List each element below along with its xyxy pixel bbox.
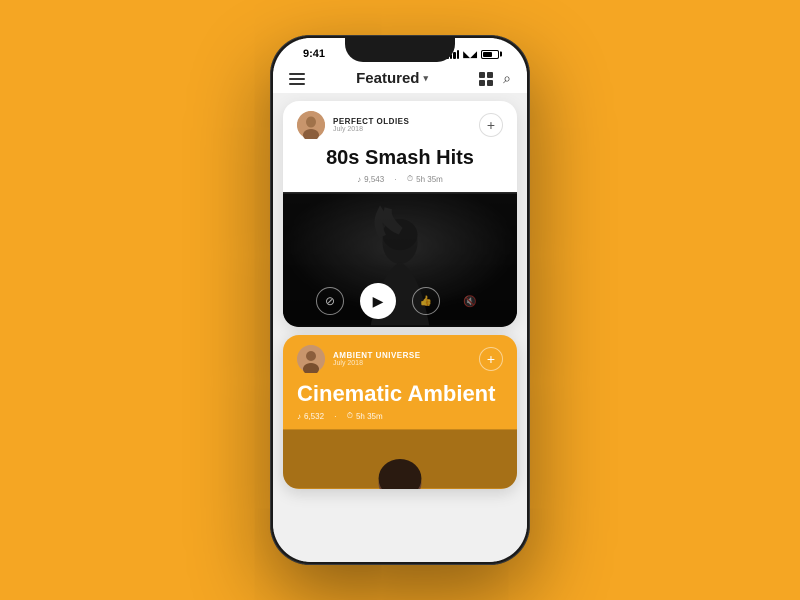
card-2-date: July 2018 — [333, 360, 421, 367]
nav-title[interactable]: Featured ▾ — [356, 70, 428, 87]
card-2-likes-count: 6,532 — [304, 412, 324, 421]
card-2-user: AMBIENT UNIVERSE July 2018 — [297, 345, 421, 373]
grid-cell — [479, 72, 485, 78]
thumbs-up-icon: 👍 — [420, 296, 432, 307]
card-2-header: AMBIENT UNIVERSE July 2018 + — [283, 335, 517, 379]
like-icon: ♪ — [357, 175, 361, 184]
avatar-ambient-universe — [297, 345, 325, 373]
phone-frame: 9:41 ◣◢ Feature — [270, 35, 530, 565]
scroll-content: PERFECT OLDIES July 2018 + 80s Smash Hit… — [273, 93, 527, 562]
card-80s-smash-hits: PERFECT OLDIES July 2018 + 80s Smash Hit… — [283, 101, 517, 327]
nav-title-text: Featured — [356, 70, 419, 87]
wifi-icon: ◣◢ — [463, 49, 477, 60]
card-1-likes-count: 9,543 — [364, 175, 384, 184]
menu-button[interactable] — [289, 73, 305, 85]
grid-cell — [487, 80, 493, 86]
status-time: 9:41 — [293, 48, 325, 60]
mute-button[interactable]: 🔇 — [456, 287, 484, 315]
grid-view-button[interactable] — [479, 72, 493, 86]
block-button[interactable]: ⊘ — [316, 287, 344, 315]
card-2-add-button[interactable]: + — [479, 347, 503, 371]
mute-icon: 🔇 — [463, 295, 477, 308]
like-icon-2: ♪ — [297, 412, 301, 421]
chevron-down-icon: ▾ — [423, 73, 428, 84]
card-1-video[interactable]: ⊘ ▶ 👍 🔇 — [283, 192, 517, 327]
card-1-title: 80s Smash Hits — [283, 145, 517, 174]
search-button[interactable]: ⌕ — [503, 70, 511, 87]
card-1-meta: ♪ 9,543 · ⏱ 5h 35m — [283, 174, 517, 192]
avatar-perfect-oldies — [297, 111, 325, 139]
card-2-duration-text: 5h 35m — [356, 412, 383, 421]
grid-cell — [479, 80, 485, 86]
video-controls: ⊘ ▶ 👍 🔇 — [283, 283, 517, 319]
phone-screen: 9:41 ◣◢ Feature — [273, 38, 527, 562]
card-1-header: PERFECT OLDIES July 2018 + — [283, 101, 517, 145]
clock-icon-2: ⏱ — [347, 411, 353, 421]
hamburger-line-3 — [289, 83, 305, 85]
card-2-meta: ♪ 6,532 · ⏱ 5h 35m — [283, 411, 517, 429]
card-1-user: PERFECT OLDIES July 2018 — [297, 111, 409, 139]
card-cinematic-ambient: AMBIENT UNIVERSE July 2018 + Cinematic A… — [283, 335, 517, 489]
battery-icon — [481, 50, 499, 59]
card-2-likes: ♪ 6,532 — [297, 412, 324, 421]
card-1-add-button[interactable]: + — [479, 113, 503, 137]
card-1-date: July 2018 — [333, 126, 409, 133]
card-2-user-info: AMBIENT UNIVERSE July 2018 — [333, 351, 421, 367]
like-button[interactable]: 👍 — [412, 287, 440, 315]
hamburger-line-2 — [289, 78, 305, 80]
nav-bar: Featured ▾ ⌕ — [273, 64, 527, 93]
nav-right: ⌕ — [479, 70, 511, 87]
card-2-video-content — [283, 429, 517, 489]
card-1-duration: ⏱ 5h 35m — [407, 174, 443, 184]
status-icons: ◣◢ — [446, 49, 507, 60]
card-2-duration: ⏱ 5h 35m — [347, 411, 383, 421]
card-1-duration-text: 5h 35m — [416, 175, 443, 184]
card-2-video[interactable] — [283, 429, 517, 489]
play-button[interactable]: ▶ — [360, 283, 396, 319]
card-2-username: AMBIENT UNIVERSE — [333, 351, 421, 360]
card-1-username: PERFECT OLDIES — [333, 117, 409, 126]
notch — [345, 38, 455, 62]
hamburger-line-1 — [289, 73, 305, 75]
play-icon: ▶ — [373, 293, 384, 310]
grid-cell — [487, 72, 493, 78]
clock-icon: ⏱ — [407, 174, 413, 184]
card-2-title: Cinematic Ambient — [283, 379, 517, 411]
block-icon: ⊘ — [325, 294, 335, 308]
card-1-user-info: PERFECT OLDIES July 2018 — [333, 117, 409, 133]
card-1-likes: ♪ 9,543 — [357, 175, 384, 184]
